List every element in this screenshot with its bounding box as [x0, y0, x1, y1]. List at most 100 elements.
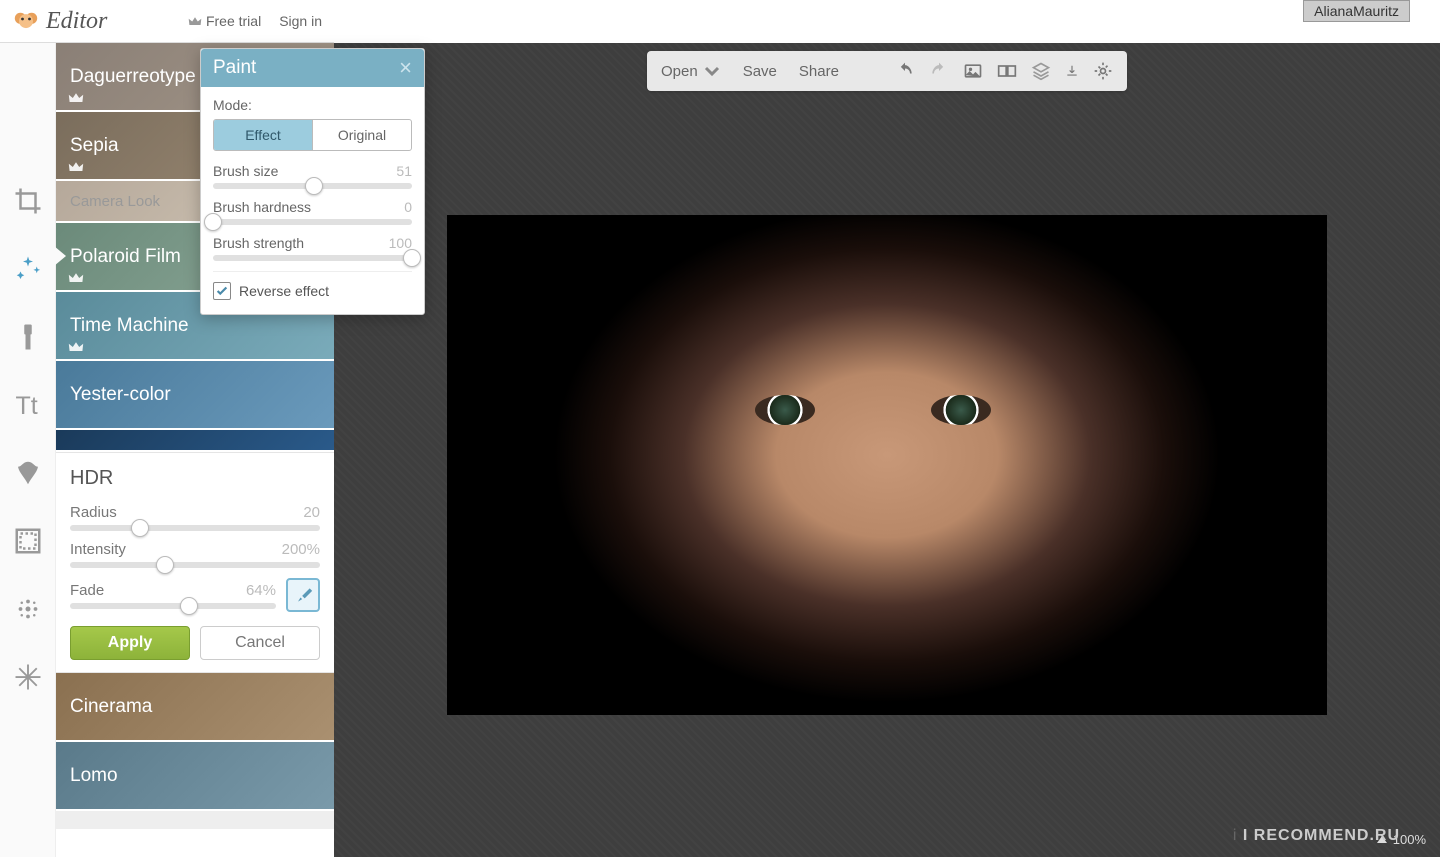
brush-size-value: 51 [396, 163, 412, 179]
effect-label: Sepia [70, 135, 119, 157]
touchup-tool[interactable] [10, 319, 46, 355]
fade-slider[interactable] [70, 603, 276, 609]
canvas-toolbar: Open Save Share [647, 51, 1127, 91]
slider-thumb[interactable] [403, 249, 421, 267]
effect-label: Yester-color [70, 384, 171, 406]
brush-strength-row: Brush strength100 [213, 235, 412, 261]
effect-label: Daguerreotype [70, 66, 196, 88]
slider-thumb[interactable] [180, 597, 198, 615]
effect-label: Cinerama [70, 696, 152, 718]
open-button[interactable]: Open [661, 62, 721, 80]
effect-label: Camera Look [70, 193, 160, 210]
svg-text:Tt: Tt [15, 392, 37, 420]
radius-slider-row: Radius 20 [70, 504, 320, 531]
canvas-area: Open Save Share 100% [334, 43, 1440, 857]
effect-yester-color[interactable]: Yester-color [56, 361, 334, 428]
crown-icon [68, 92, 84, 104]
apply-button[interactable]: Apply [70, 626, 190, 660]
brush-hardness-value: 0 [404, 199, 412, 215]
frames-tool[interactable] [10, 523, 46, 559]
tool-rail: Tt [0, 43, 56, 857]
fade-label: Fade [70, 582, 104, 599]
save-button[interactable]: Save [743, 63, 777, 80]
paint-header[interactable]: Paint × [201, 49, 424, 87]
crown-icon [68, 341, 84, 353]
brush-strength-label: Brush strength [213, 235, 304, 251]
fade-slider-row: Fade 64% [70, 578, 320, 612]
reverse-effect-row[interactable]: Reverse effect [213, 271, 412, 300]
watermark-text: I RECOMMEND.RU [1243, 827, 1400, 844]
brush-size-label: Brush size [213, 163, 278, 179]
effects-tool[interactable] [10, 251, 46, 287]
fade-value: 64% [246, 582, 276, 599]
mode-toggle: Effect Original [213, 119, 412, 151]
top-bar: Editor Free trial Sign in [0, 0, 334, 43]
open-label: Open [661, 63, 698, 80]
mode-original[interactable]: Original [313, 120, 411, 150]
hdr-title: HDR [70, 467, 320, 490]
brush-size-slider[interactable] [213, 183, 412, 189]
effect-label: Polaroid Film [70, 246, 181, 268]
effect-lomo[interactable]: Lomo [56, 742, 334, 809]
chevron-down-icon [703, 62, 721, 80]
brush-size-row: Brush size 51 [213, 163, 412, 189]
reverse-label: Reverse effect [239, 283, 329, 299]
settings-icon[interactable] [1093, 61, 1113, 81]
free-trial-label: Free trial [206, 13, 261, 29]
crown-icon [188, 16, 202, 27]
overlays-tool[interactable] [10, 455, 46, 491]
effect-more[interactable] [56, 811, 334, 829]
slider-thumb[interactable] [131, 519, 149, 537]
app-logo[interactable]: Editor [12, 8, 107, 35]
download-icon[interactable] [1065, 64, 1079, 78]
redo-icon[interactable] [929, 61, 949, 81]
slider-thumb[interactable] [156, 556, 174, 574]
top-links: Free trial Sign in [188, 13, 322, 29]
reverse-checkbox[interactable] [213, 282, 231, 300]
username-tag: AlianaMauritz [1303, 0, 1410, 22]
image-icon[interactable] [963, 61, 983, 81]
intensity-slider[interactable] [70, 562, 320, 568]
mode-label: Mode: [213, 97, 412, 113]
image-compare-icon[interactable] [997, 61, 1017, 81]
intensity-value: 200% [282, 541, 320, 558]
intensity-slider-row: Intensity 200% [70, 541, 320, 568]
active-tool-indicator [54, 246, 66, 266]
brush-strength-slider[interactable] [213, 255, 412, 261]
crop-tool[interactable] [10, 183, 46, 219]
crown-icon [68, 161, 84, 173]
intensity-label: Intensity [70, 541, 126, 558]
themes-tool[interactable] [10, 659, 46, 695]
layers-icon[interactable] [1031, 61, 1051, 81]
brush-hardness-label: Brush hardness [213, 199, 311, 215]
canvas-image[interactable] [447, 215, 1327, 715]
slider-thumb[interactable] [305, 177, 323, 195]
textures-tool[interactable] [10, 591, 46, 627]
app-name: Editor [46, 8, 107, 35]
effect-hdr-thumb[interactable] [56, 430, 334, 450]
monkey-icon [12, 8, 40, 35]
effect-cinerama[interactable]: Cinerama [56, 673, 334, 740]
slider-thumb[interactable] [204, 213, 222, 231]
text-tool[interactable]: Tt [10, 387, 46, 423]
mode-effect[interactable]: Effect [214, 120, 313, 150]
free-trial-link[interactable]: Free trial [188, 13, 261, 29]
brush-hardness-row: Brush hardness 0 [213, 199, 412, 225]
watermark: i I RECOMMEND.RU [1233, 827, 1400, 845]
paint-panel: Paint × Mode: Effect Original Brush size… [200, 48, 425, 315]
hdr-panel: HDR Radius 20 Intensity 200% Fade 64% Apply… [56, 452, 334, 673]
radius-slider[interactable] [70, 525, 320, 531]
paint-brush-button[interactable] [286, 578, 320, 612]
sign-in-link[interactable]: Sign in [279, 13, 322, 29]
portrait-photo [447, 215, 1327, 715]
paint-title: Paint [213, 57, 256, 79]
cancel-button[interactable]: Cancel [200, 626, 320, 660]
share-button[interactable]: Share [799, 63, 839, 80]
brush-hardness-slider[interactable] [213, 219, 412, 225]
radius-label: Radius [70, 504, 117, 521]
close-icon[interactable]: × [399, 55, 412, 81]
radius-value: 20 [303, 504, 320, 521]
effect-label: Time Machine [70, 315, 189, 337]
crown-icon [68, 272, 84, 284]
undo-icon[interactable] [895, 61, 915, 81]
